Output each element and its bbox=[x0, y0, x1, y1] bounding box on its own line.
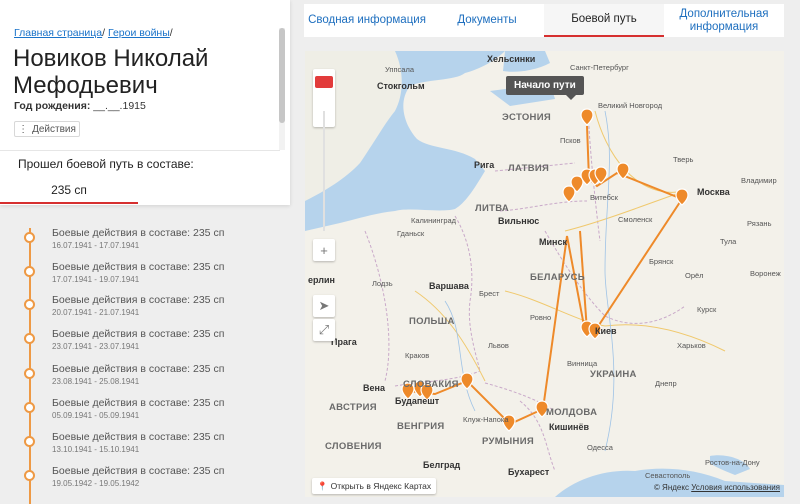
breadcrumb-separator: / bbox=[169, 27, 173, 39]
layer-flag-icon bbox=[315, 76, 333, 88]
timeline-item-dates: 19.05.1942 - 19.05.1942 bbox=[52, 479, 140, 488]
map-copyright: © Яндекс bbox=[653, 483, 689, 492]
profile-card: Главная страница/ Герои войны/ Новиков Н… bbox=[0, 0, 290, 205]
scrollbar-thumb[interactable] bbox=[279, 28, 285, 123]
timeline-dot-icon bbox=[24, 470, 35, 481]
unit-tab-235[interactable]: 235 сп bbox=[0, 177, 138, 204]
timeline-dot-icon bbox=[24, 333, 35, 344]
tab-combat-path[interactable]: Боевой путь bbox=[544, 4, 664, 37]
timeline-item-title: Боевые действия в составе: 235 сп bbox=[52, 328, 225, 340]
route-line bbox=[579, 230, 588, 332]
timeline-item-title: Боевые действия в составе: 235 сп bbox=[52, 465, 225, 477]
timeline-item-dates: 13.10.1941 - 15.10.1941 bbox=[52, 445, 140, 454]
birth-year: Год рождения: __.__.1915 bbox=[14, 100, 146, 112]
map-credits: © Яндекс Условия использования bbox=[654, 483, 780, 492]
tab-bar: Сводная информация Документы Боевой путь… bbox=[304, 4, 784, 37]
plus-icon: + bbox=[320, 242, 328, 258]
open-in-yandex-label: Открыть в Яндекс Картах bbox=[330, 481, 432, 491]
timeline-item[interactable]: Боевые действия в составе: 235 сп 20.07.… bbox=[0, 294, 290, 328]
breadcrumb: Главная страница/ Герои войны/ bbox=[14, 27, 173, 39]
zoom-slider[interactable] bbox=[323, 111, 325, 231]
timeline-dot-icon bbox=[24, 299, 35, 310]
timeline-item[interactable]: Боевые действия в составе: 235 сп 19.05.… bbox=[0, 465, 290, 499]
combat-path-heading: Прошел боевой путь в составе: bbox=[18, 157, 194, 171]
timeline-item-dates: 20.07.1941 - 21.07.1941 bbox=[52, 308, 140, 317]
timeline-item[interactable]: Боевые действия в составе: 235 сп 23.07.… bbox=[0, 328, 290, 362]
map-pin-icon: 📍 bbox=[317, 480, 328, 491]
kebab-menu-icon: ⋮ bbox=[18, 123, 29, 135]
open-in-yandex-button[interactable]: 📍 Открыть в Яндекс Картах bbox=[312, 478, 437, 494]
map[interactable]: Уппсала Стокгольм Хельсинки Санкт-Петерб… bbox=[305, 51, 784, 497]
timeline-item-title: Боевые действия в составе: 235 сп bbox=[52, 227, 225, 239]
timeline-item-title: Боевые действия в составе: 235 сп bbox=[52, 261, 225, 273]
timeline-item-title: Боевые действия в составе: 235 сп bbox=[52, 431, 225, 443]
timeline-dot-icon bbox=[24, 368, 35, 379]
actions-button-label: Действия bbox=[32, 123, 76, 135]
timeline-dot-icon bbox=[24, 436, 35, 447]
timeline-dot-icon bbox=[24, 402, 35, 413]
location-arrow-icon: ➤ bbox=[318, 298, 330, 313]
timeline-dot-icon bbox=[24, 232, 35, 243]
person-name: Новиков Николай Мефодьевич bbox=[13, 45, 209, 99]
zoom-in-button[interactable]: + bbox=[313, 239, 335, 261]
timeline-item-dates: 05.09.1941 - 05.09.1941 bbox=[52, 411, 140, 420]
divider bbox=[0, 150, 280, 151]
fullscreen-button[interactable]: ⤢ bbox=[313, 319, 335, 341]
timeline-item[interactable]: Боевые действия в составе: 235 сп 17.07.… bbox=[0, 261, 290, 295]
timeline-item-title: Боевые действия в составе: 235 сп bbox=[52, 294, 225, 306]
locate-button[interactable]: ➤ bbox=[313, 295, 335, 317]
timeline-item-dates: 16.07.1941 - 17.07.1941 bbox=[52, 241, 140, 250]
route-start-tooltip: Начало пути bbox=[506, 76, 584, 100]
timeline-item[interactable]: Боевые действия в составе: 235 сп 16.07.… bbox=[0, 227, 290, 261]
tab-documents[interactable]: Документы bbox=[430, 4, 544, 37]
breadcrumb-home-link[interactable]: Главная страница bbox=[14, 27, 102, 39]
timeline-item-dates: 17.07.1941 - 19.07.1941 bbox=[52, 275, 140, 284]
birth-year-value: __.__.1915 bbox=[93, 100, 146, 112]
timeline-item[interactable]: Боевые действия в составе: 235 сп 05.09.… bbox=[0, 397, 290, 431]
tab-summary[interactable]: Сводная информация bbox=[304, 4, 430, 37]
tab-additional-info[interactable]: Дополнительная информация bbox=[664, 4, 784, 37]
timeline-dot-icon bbox=[24, 266, 35, 277]
timeline-item-title: Боевые действия в составе: 235 сп bbox=[52, 397, 225, 409]
birth-year-label: Год рождения: bbox=[14, 100, 91, 112]
timeline-item[interactable]: Боевые действия в составе: 235 сп 13.10.… bbox=[0, 431, 290, 465]
map-background bbox=[305, 51, 784, 497]
timeline-item-title: Боевые действия в составе: 235 сп bbox=[52, 363, 225, 375]
actions-button[interactable]: ⋮ Действия bbox=[14, 121, 80, 137]
breadcrumb-heroes-link[interactable]: Герои войны bbox=[108, 27, 170, 39]
timeline-item-dates: 23.07.1941 - 23.07.1941 bbox=[52, 342, 140, 351]
terms-of-use-link[interactable]: Условия использования bbox=[691, 483, 780, 492]
expand-icon: ⤢ bbox=[318, 322, 330, 337]
timeline-item-dates: 23.08.1941 - 25.08.1941 bbox=[52, 377, 140, 386]
timeline-item[interactable]: Боевые действия в составе: 235 сп 23.08.… bbox=[0, 363, 290, 397]
